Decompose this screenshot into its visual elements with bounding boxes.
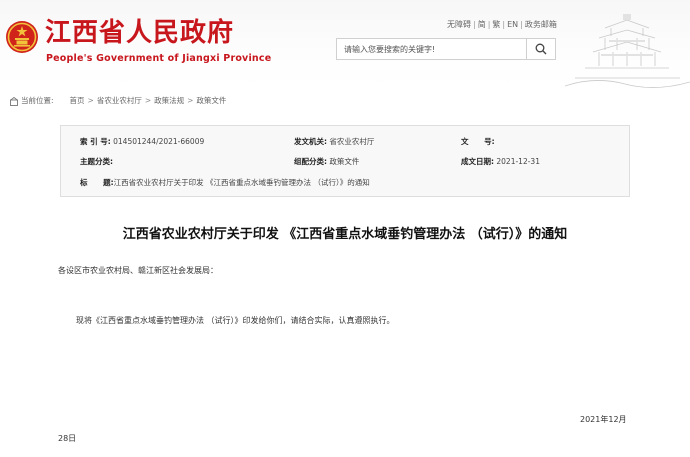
search-button[interactable] bbox=[526, 39, 555, 59]
meta-docno-label: 文 号: bbox=[461, 137, 495, 146]
meta-title-label: 标 题: bbox=[80, 178, 114, 187]
accessibility-link[interactable]: 无障碍 bbox=[447, 20, 471, 29]
divider: | bbox=[520, 20, 523, 29]
breadcrumb-separator: > bbox=[144, 96, 152, 105]
english-link[interactable]: EN bbox=[507, 20, 518, 29]
breadcrumb-label: 当前位置: bbox=[21, 96, 54, 105]
search-box bbox=[336, 38, 556, 60]
search-input[interactable] bbox=[337, 39, 525, 59]
breadcrumb: 当前位置: 首页 > 省农业农村厅 > 政策法规 > 政策文件 bbox=[10, 96, 226, 106]
search-icon bbox=[535, 43, 547, 55]
meta-issuer-label: 发文机关: bbox=[294, 137, 327, 146]
location-icon bbox=[10, 96, 18, 106]
document-body: 现将《江西省重点水域垂钓管理办法 （试行）》印发给你们，请结合实际，认真遵照执行… bbox=[76, 316, 395, 325]
divider: | bbox=[473, 20, 476, 29]
pavilion-illustration bbox=[565, 14, 690, 88]
meta-date-label: 成文日期: bbox=[461, 157, 494, 166]
divider: | bbox=[487, 20, 491, 29]
traditional-chinese-link[interactable]: 繁 bbox=[492, 20, 500, 29]
meta-category-value: 政策文件 bbox=[329, 157, 360, 166]
breadcrumb-policy[interactable]: 政策法规 bbox=[154, 96, 184, 105]
breadcrumb-docs[interactable]: 政策文件 bbox=[196, 96, 226, 105]
meta-date: 成文日期: 2021-12-31 bbox=[461, 157, 540, 167]
meta-title: 标 题:江西省农业农村厅关于印发 《江西省重点水域垂钓管理办法 （试行）》的通知 bbox=[80, 178, 370, 188]
site-title[interactable]: 江西省人民政府 bbox=[45, 18, 234, 48]
meta-topic-label: 主题分类: bbox=[80, 157, 113, 166]
divider: | bbox=[502, 20, 506, 29]
simplified-chinese-link[interactable]: 简 bbox=[478, 20, 486, 29]
meta-index: 索 引 号: 014501244/2021-66009 bbox=[80, 137, 204, 147]
national-emblem-icon bbox=[6, 21, 38, 53]
document-date-line1: 2021年12月 bbox=[580, 415, 627, 424]
document-meta-box: 索 引 号: 014501244/2021-66009 发文机关: 省农业农村厅… bbox=[60, 125, 630, 197]
meta-issuer: 发文机关: 省农业农村厅 bbox=[294, 137, 374, 147]
breadcrumb-separator: > bbox=[87, 96, 94, 105]
breadcrumb-separator: > bbox=[187, 96, 194, 105]
meta-docno: 文 号: bbox=[461, 137, 495, 147]
meta-category-label: 组配分类: bbox=[294, 157, 327, 166]
site-header: 江西省人民政府 People's Government of Jiangxi P… bbox=[0, 0, 690, 88]
meta-title-value: 江西省农业农村厅关于印发 《江西省重点水域垂钓管理办法 （试行）》的通知 bbox=[113, 178, 370, 187]
document-recipients: 各设区市农业农村局、赣江新区社会发展局： bbox=[58, 266, 218, 275]
site-subtitle: People's Government of Jiangxi Province bbox=[46, 53, 272, 64]
document-date-line2: 28日 bbox=[58, 434, 77, 443]
meta-issuer-value: 省农业农村厅 bbox=[329, 137, 375, 146]
gov-email-link[interactable]: 政务邮箱 bbox=[525, 20, 557, 29]
meta-category: 组配分类: 政策文件 bbox=[294, 157, 359, 167]
meta-date-value: 2021-12-31 bbox=[496, 157, 540, 166]
breadcrumb-dept[interactable]: 省农业农村厅 bbox=[97, 96, 142, 105]
meta-index-value: 014501244/2021-66009 bbox=[113, 137, 205, 146]
top-links: 无障碍 | 简 | 繁 | EN | 政务邮箱 bbox=[447, 19, 557, 30]
breadcrumb-home[interactable]: 首页 bbox=[70, 96, 85, 105]
meta-topic: 主题分类: bbox=[80, 157, 113, 167]
meta-index-label: 索 引 号: bbox=[80, 137, 111, 146]
document-title: 江西省农业农村厅关于印发 《江西省重点水域垂钓管理办法 （试行）》的通知 bbox=[122, 227, 568, 242]
